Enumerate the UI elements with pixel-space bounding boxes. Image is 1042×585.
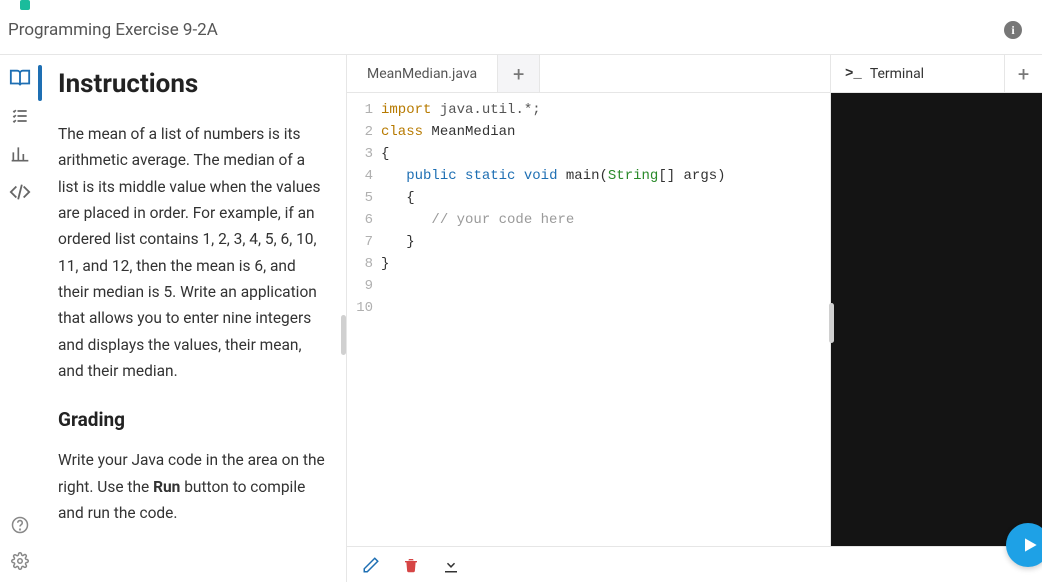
code-line[interactable]: import java.util.*; xyxy=(381,99,830,121)
checklist-icon[interactable] xyxy=(9,105,31,127)
line-number: 9 xyxy=(347,275,373,297)
left-icon-rail xyxy=(0,55,40,582)
code-icon[interactable] xyxy=(9,181,31,203)
line-number: 1 xyxy=(347,99,373,121)
bar-chart-icon[interactable] xyxy=(9,143,31,165)
download-icon[interactable] xyxy=(441,555,461,575)
code-area: MeanMedian.java + >_ Terminal + 12345678… xyxy=(346,55,1042,582)
pencil-icon[interactable] xyxy=(361,555,381,575)
brand-bar xyxy=(0,0,1042,10)
terminal-tab-label: Terminal xyxy=(870,66,924,82)
terminal-body[interactable] xyxy=(830,93,1042,546)
page-header: Programming Exercise 9-2A i xyxy=(0,10,1042,55)
instructions-panel: Instructions The mean of a list of numbe… xyxy=(40,55,340,582)
editor-tab-label: MeanMedian.java xyxy=(367,66,477,82)
code-line[interactable] xyxy=(381,275,830,297)
exercise-title: Programming Exercise 9-2A xyxy=(8,20,218,40)
code-line[interactable]: // your code here xyxy=(381,209,830,231)
code-line[interactable]: } xyxy=(381,253,830,275)
code-line[interactable]: } xyxy=(381,231,830,253)
terminal-prompt-icon: >_ xyxy=(845,66,862,82)
help-icon[interactable] xyxy=(9,514,31,536)
line-number: 5 xyxy=(347,187,373,209)
line-number: 3 xyxy=(347,143,373,165)
terminal-tab[interactable]: >_ Terminal xyxy=(831,55,1004,92)
trash-icon[interactable] xyxy=(401,555,421,575)
line-number: 10 xyxy=(347,297,373,319)
code-line[interactable]: class MeanMedian xyxy=(381,121,830,143)
tabs-row: MeanMedian.java + >_ Terminal + xyxy=(347,55,1042,93)
terminal-tab-add[interactable]: + xyxy=(1004,55,1042,92)
line-number: 7 xyxy=(347,231,373,253)
brand-logo xyxy=(20,0,30,10)
grading-text-bold: Run xyxy=(153,478,180,496)
panel-resizer-terminal[interactable] xyxy=(829,303,834,343)
editor-tab-add[interactable]: + xyxy=(498,55,540,92)
grading-body: Write your Java code in the area on the … xyxy=(58,447,328,526)
line-number-gutter: 12345678910 xyxy=(347,99,381,546)
code-lines[interactable]: import java.util.*;class MeanMedian{ pub… xyxy=(381,99,830,546)
instructions-body: The mean of a list of numbers is its ari… xyxy=(58,121,328,384)
code-line[interactable] xyxy=(381,297,830,319)
info-icon[interactable]: i xyxy=(1004,21,1022,39)
instructions-heading: Instructions xyxy=(58,69,328,99)
code-line[interactable]: { xyxy=(381,143,830,165)
line-number: 8 xyxy=(347,253,373,275)
main-area: Instructions The mean of a list of numbe… xyxy=(0,55,1042,582)
editor-toolbar xyxy=(347,546,1042,582)
terminal-tabs: >_ Terminal + xyxy=(830,55,1042,93)
code-editor[interactable]: 12345678910 import java.util.*;class Mea… xyxy=(347,93,830,546)
editor-tabs: MeanMedian.java + xyxy=(347,55,830,93)
code-line[interactable]: { xyxy=(381,187,830,209)
line-number: 2 xyxy=(347,121,373,143)
editor-row: 12345678910 import java.util.*;class Mea… xyxy=(347,93,1042,546)
run-button[interactable] xyxy=(1006,523,1042,567)
editor-tab-meanmedian[interactable]: MeanMedian.java xyxy=(347,55,498,92)
line-number: 4 xyxy=(347,165,373,187)
code-line[interactable]: public static void main(String[] args) xyxy=(381,165,830,187)
book-open-icon[interactable] xyxy=(9,67,31,89)
line-number: 6 xyxy=(347,209,373,231)
grading-heading: Grading xyxy=(58,408,328,431)
gear-icon[interactable] xyxy=(9,550,31,572)
panel-resizer-left[interactable] xyxy=(340,55,346,582)
